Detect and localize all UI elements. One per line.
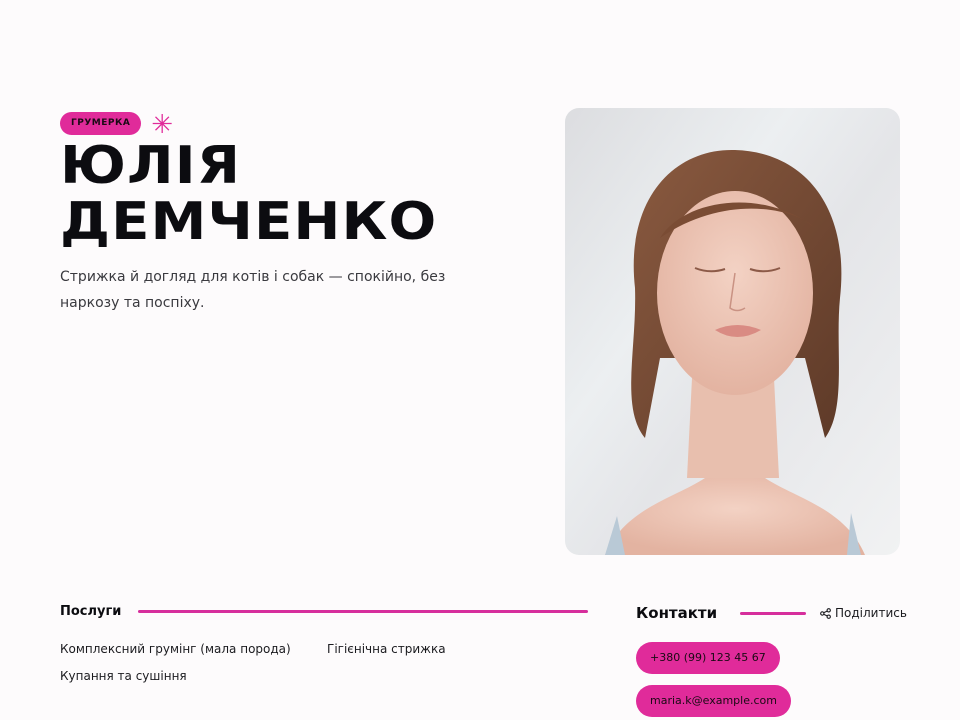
- phone-link[interactable]: +380 (99) 123 45 67: [636, 642, 780, 674]
- share-label: Поділитись: [835, 606, 907, 620]
- services-divider: [138, 610, 588, 613]
- page-title: ЮЛІЯ ДЕМЧЕНКО: [60, 138, 437, 250]
- contacts-divider: [740, 612, 806, 615]
- email-link[interactable]: maria.k@example.com: [636, 685, 791, 717]
- name-last: ДЕМЧЕНКО: [60, 192, 438, 252]
- service-item: Купання та сушіння: [60, 669, 187, 683]
- share-icon: [820, 607, 831, 619]
- contacts-heading: Контакти: [636, 604, 718, 622]
- name-first: ЮЛІЯ: [60, 136, 242, 196]
- role-badge-row: ГРУМЕРКА ✳: [60, 108, 173, 138]
- service-item: Гігієнічна стрижка: [327, 642, 446, 656]
- services-heading: Послуги: [60, 604, 122, 619]
- share-button[interactable]: Поділитись: [820, 606, 907, 620]
- role-badge: ГРУМЕРКА: [60, 111, 142, 135]
- profile-photo: [565, 108, 900, 555]
- asterisk-icon: ✳: [151, 110, 174, 140]
- service-item: Комплексний грумінг (мала порода): [60, 642, 291, 656]
- tagline: Стрижка й догляд для котів і собак — спо…: [60, 269, 446, 311]
